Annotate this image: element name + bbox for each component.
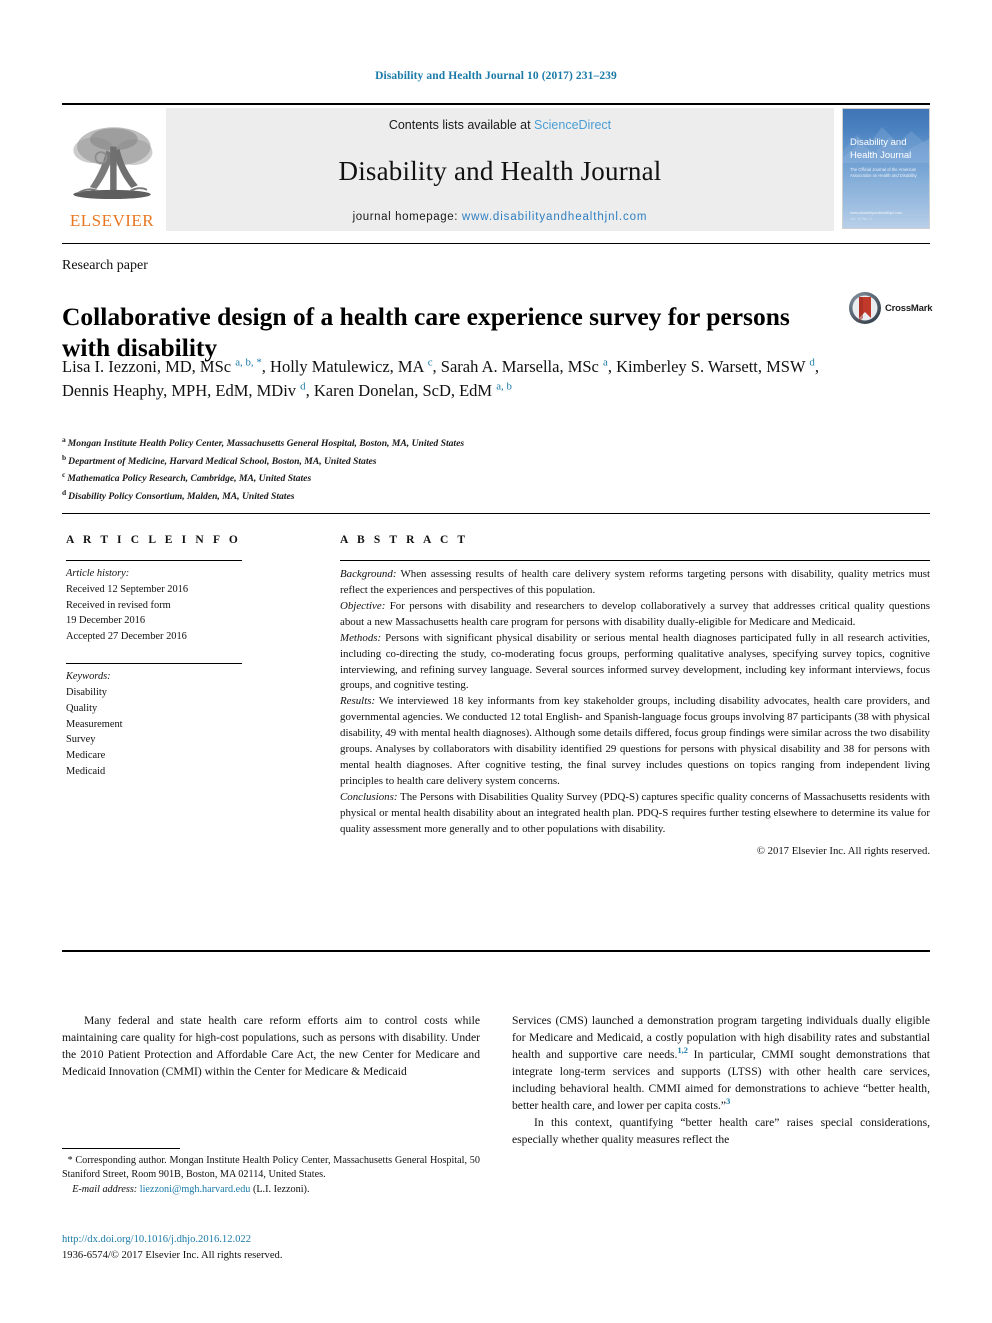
affiliation-label: b — [62, 452, 67, 462]
journal-cover-thumbnail: Disability and Health Journal The Offici… — [842, 108, 930, 229]
keyword-item: Quality — [66, 702, 98, 714]
document-type-label: Research paper — [62, 258, 148, 273]
abstract-section: Results: We interviewed 18 key informant… — [340, 694, 930, 790]
footnote-divider — [62, 1148, 180, 1149]
abstract-section: Objective: For persons with disability a… — [340, 599, 930, 631]
keyword-item: Medicaid — [66, 765, 106, 777]
cover-subtitle: The Official Journal of the American Ass… — [850, 167, 917, 179]
keywords-rule — [66, 663, 242, 665]
body-paragraph: Many federal and state health care refor… — [62, 1014, 480, 1079]
cover-title-line2: Health Journal — [850, 149, 912, 161]
elsevier-tree-icon — [73, 127, 153, 200]
affiliation-label: a — [62, 435, 66, 444]
cover-title-line1: Disability and — [850, 137, 907, 148]
history-line: Received 12 September 2016 — [66, 583, 189, 595]
doi-link[interactable]: http://dx.doi.org/10.1016/j.dhjo.2016.12… — [62, 1232, 482, 1248]
affiliation-label: c — [62, 470, 66, 480]
affiliation-text: Department of Medicine, Harvard Medical … — [68, 455, 377, 467]
body-paragraph: Services (CMS) launched a demonstration … — [512, 1012, 930, 1114]
keyword-item: Disability — [66, 686, 107, 698]
issn-copyright-line: 1936-6574/© 2017 Elsevier Inc. All right… — [62, 1249, 283, 1261]
footnote-corresponding-text: Corresponding author. Mongan Institute H… — [62, 1155, 480, 1181]
body-column-right: Services (CMS) launched a demonstration … — [512, 1012, 930, 1148]
affiliation-text: Mongan Institute Health Policy Center, M… — [67, 438, 465, 450]
elsevier-wordmark: ELSEVIER — [69, 211, 155, 230]
abstract-block-divider — [62, 513, 930, 514]
affiliation-list: a Mongan Institute Health Policy Center, … — [62, 434, 762, 505]
abstract-section: Methods: Persons with significant physic… — [340, 631, 930, 695]
abstract-section-text: We interviewed 18 key informants from ke… — [340, 695, 930, 787]
abstract-bottom-divider — [62, 950, 930, 952]
crossmark-badge[interactable]: CrossMark — [848, 288, 934, 328]
cover-footer: www.disabilityandhealthjnl.com Vol. 10 N… — [850, 210, 924, 222]
elsevier-logo: ELSEVIER — [62, 108, 162, 231]
article-history-label: Article history: — [66, 568, 130, 579]
abstract-section: Conclusions: The Persons with Disabiliti… — [340, 790, 930, 838]
author-list: Lisa I. Iezzoni, MD, MSc a, b, *, Holly … — [62, 356, 819, 401]
abstract-section-label: Objective: — [340, 599, 386, 612]
keyword-item: Measurement — [66, 718, 123, 730]
article-info-heading: A R T I C L E I N F O — [66, 534, 241, 546]
article-info-rule — [66, 560, 242, 561]
sciencedirect-link[interactable]: ScienceDirect — [534, 118, 611, 132]
abstract-column: Background: When assessing results of he… — [340, 560, 930, 859]
abstract-heading: A B S T R A C T — [340, 534, 469, 546]
crossmark-icon — [849, 292, 881, 324]
keywords-block: Keywords: Disability Quality Measurement… — [66, 669, 256, 780]
affiliation-item: c Mathematica Policy Research, Cambridge,… — [62, 469, 762, 487]
abstract-section-label: Background: — [340, 568, 397, 580]
contents-band: Contents lists available at ScienceDirec… — [166, 108, 834, 231]
crossmark-label: CrossMark — [885, 302, 933, 314]
page-title: Collaborative design of a health care ex… — [62, 302, 790, 363]
body-paragraph: In this context, quantifying “better hea… — [512, 1116, 930, 1147]
abstract-section-label: Results: — [340, 695, 376, 708]
footnote-text: * Corresponding author. Mongan Institute… — [62, 1154, 480, 1197]
contents-prefix: Contents lists available at — [388, 118, 535, 132]
journal-title: Disability and Health Journal — [338, 155, 662, 186]
abstract-body: Background: When assessing results of he… — [340, 567, 930, 859]
affiliation-item: a Mongan Institute Health Policy Center, … — [62, 434, 762, 452]
abstract-section-text: When assessing results of health care de… — [340, 568, 930, 596]
abstract-section-label: Conclusions: — [340, 790, 398, 803]
homepage-prefix: journal homepage: — [352, 211, 462, 223]
citation-ref: 1,2 — [677, 1046, 688, 1056]
abstract-rule — [340, 560, 930, 561]
abstract-section-text: Persons with significant physical disabi… — [340, 631, 930, 692]
article-head-divider — [62, 243, 930, 244]
history-line: Accepted 27 December 2016 — [66, 631, 187, 643]
history-line: Received in revised form — [66, 599, 171, 611]
history-line: 19 December 2016 — [66, 615, 146, 627]
abstract-section-text: For persons with disability and research… — [340, 599, 930, 628]
email-suffix: (L.I. Iezzoni). — [250, 1183, 310, 1195]
email-link[interactable]: liezzoni@mgh.harvard.edu — [140, 1184, 251, 1195]
cover-footer-volume: Vol. 10 No. 2 — [850, 216, 872, 221]
contents-available-line: Contents lists available at ScienceDirec… — [166, 118, 834, 132]
cover-title: Disability and Health Journal — [850, 137, 911, 163]
journal-homepage-line: journal homepage: www.disabilityandhealt… — [166, 211, 834, 223]
email-label: E-mail address: — [72, 1183, 138, 1195]
affiliation-text: Mathematica Policy Research, Cambridge, … — [67, 473, 312, 485]
running-head: Disability and Health Journal 10 (2017) … — [375, 70, 617, 82]
affiliation-text: Disability Policy Consortium, Malden, MA… — [68, 491, 295, 503]
journal-homepage-link[interactable]: www.disabilityandhealthjnl.com — [462, 211, 648, 223]
keyword-item: Survey — [66, 734, 96, 746]
affiliation-item: d Disability Policy Consortium, Malden, M… — [62, 487, 762, 505]
keyword-item: Medicare — [66, 750, 106, 762]
affiliation-label: d — [62, 488, 67, 498]
abstract-section-label: Methods: — [340, 631, 382, 644]
journal-masthead: ELSEVIER Contents lists available at Sci… — [62, 103, 930, 231]
abstract-section-text: The Persons with Disabilities Quality Su… — [340, 790, 930, 835]
doi-footer: http://dx.doi.org/10.1016/j.dhjo.2016.12… — [62, 1232, 482, 1263]
journal-article-page: Disability and Health Journal 10 (2017) … — [0, 0, 992, 1323]
corresponding-author-footnote: * Corresponding author. Mongan Institute… — [62, 1148, 480, 1197]
abstract-copyright: © 2017 Elsevier Inc. All rights reserved… — [756, 844, 930, 857]
body-column-left: Many federal and state health care refor… — [62, 1012, 480, 1080]
article-info-column: Article history: Received 12 September 2… — [66, 560, 256, 780]
citation-ref: 3 — [726, 1097, 731, 1107]
abstract-section: Background: When assessing results of he… — [340, 567, 930, 599]
affiliation-item: b Department of Medicine, Harvard Medical… — [62, 452, 762, 470]
keywords-label: Keywords: — [66, 671, 111, 683]
article-history-block: Article history: Received 12 September 2… — [66, 566, 256, 645]
